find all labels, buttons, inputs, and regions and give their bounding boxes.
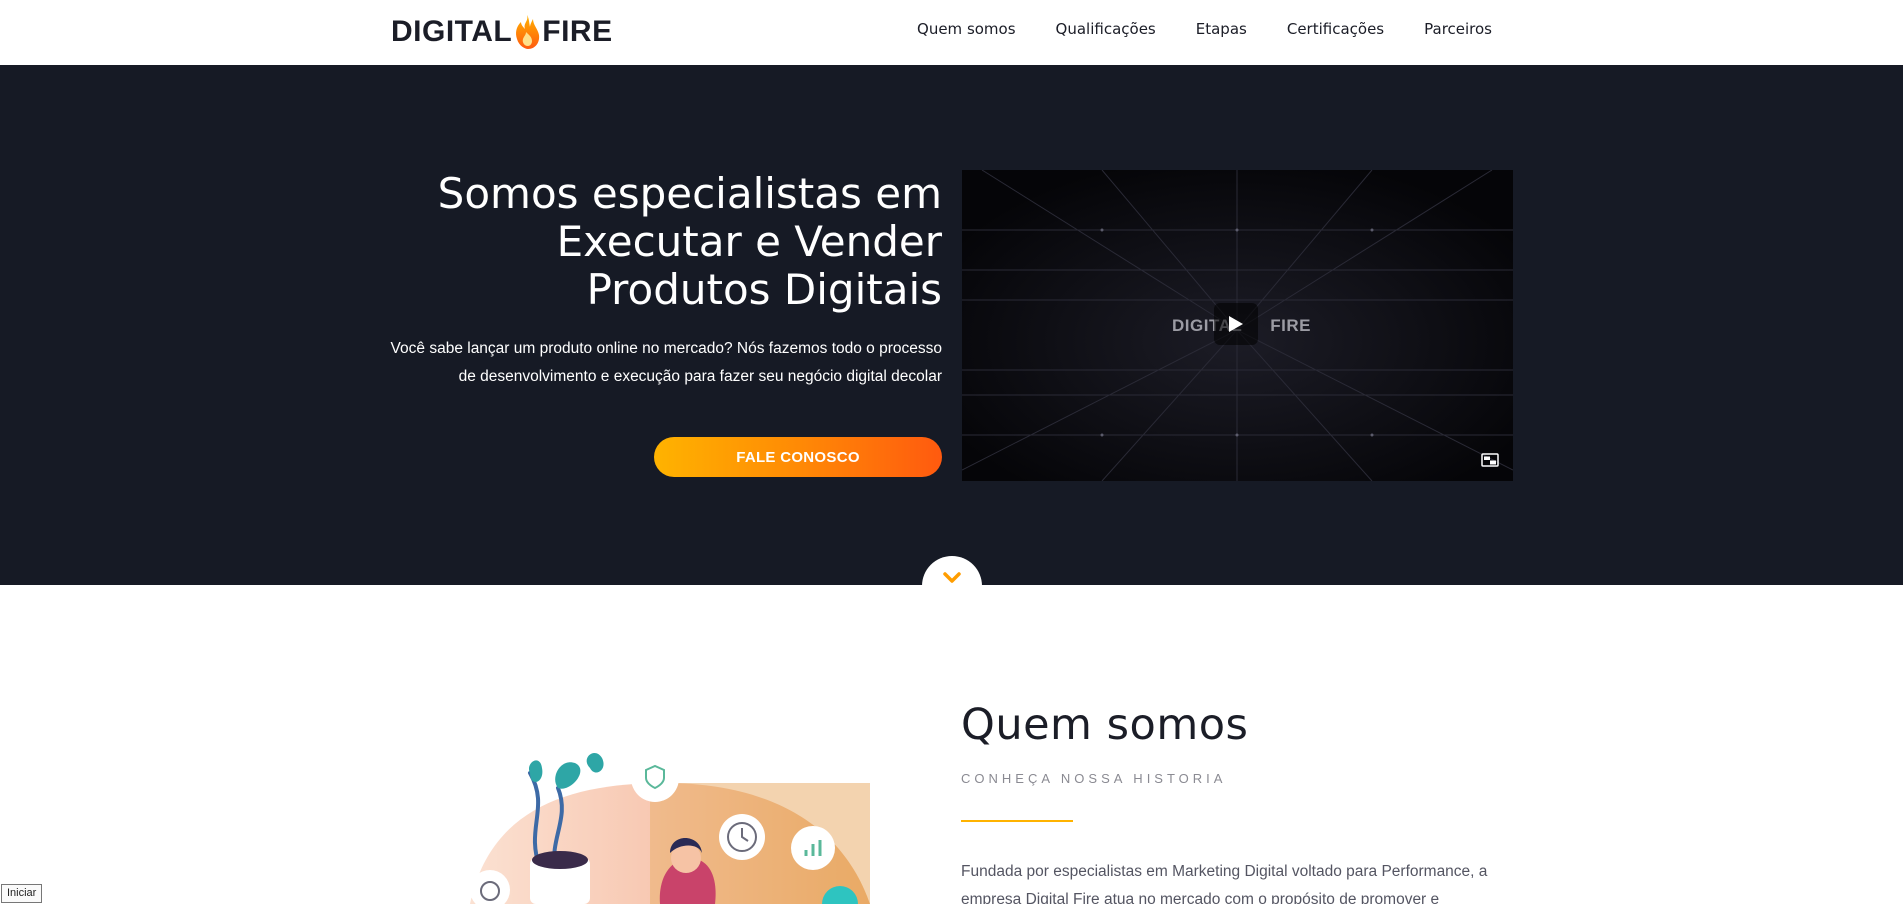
hero-title-line-1: Somos especialistas em bbox=[437, 169, 942, 218]
main-nav: Quem somos Qualificações Etapas Certific… bbox=[917, 20, 1492, 38]
nav-item-parceiros[interactable]: Parceiros bbox=[1424, 20, 1492, 38]
about-subtitle: CONHEÇA NOSSA HISTORIA bbox=[961, 771, 1227, 786]
flame-icon bbox=[516, 15, 540, 49]
about-text-line-1: Fundada por especialistas em Marketing D… bbox=[961, 863, 1488, 880]
nav-item-quem-somos[interactable]: Quem somos bbox=[917, 20, 1016, 38]
picture-in-picture-icon[interactable] bbox=[1481, 453, 1499, 467]
hero-subtitle-line-1: Você sabe lançar um produto online no me… bbox=[390, 340, 942, 357]
about-title: Quem somos bbox=[961, 700, 1249, 750]
site-header: DIGITAL FIRE Quem somos Qualificações Et… bbox=[0, 0, 1903, 65]
nav-item-certificacoes[interactable]: Certificações bbox=[1287, 20, 1384, 38]
about-divider bbox=[961, 820, 1073, 822]
hero-title-line-3: Produtos Digitais bbox=[586, 265, 942, 314]
about-text: Fundada por especialistas em Marketing D… bbox=[961, 858, 1501, 904]
logo-text-right: FIRE bbox=[542, 15, 613, 48]
chevron-down-icon bbox=[943, 572, 961, 583]
hero-subtitle-line-2: de desenvolvimento e execução para fazer… bbox=[458, 368, 942, 385]
scroll-down-button[interactable] bbox=[922, 556, 982, 616]
hero-subtitle: Você sabe lançar um produto online no me… bbox=[382, 335, 942, 391]
play-icon bbox=[1229, 316, 1243, 332]
hero-video-player[interactable]: DIGITAL FIRE bbox=[962, 170, 1513, 481]
hero-title: Somos especialistas em Executar e Vender… bbox=[382, 170, 942, 314]
start-button[interactable]: Iniciar bbox=[1, 884, 43, 903]
video-logo-right: FIRE bbox=[1270, 316, 1311, 335]
about-illustration bbox=[470, 752, 870, 904]
hero-title-line-2: Executar e Vender bbox=[556, 217, 942, 266]
nav-item-etapas[interactable]: Etapas bbox=[1196, 20, 1247, 38]
hero-section: Somos especialistas em Executar e Vender… bbox=[0, 65, 1903, 585]
about-text-line-2: empresa Digital Fire atua no mercado com… bbox=[961, 891, 1440, 904]
play-button[interactable] bbox=[1214, 303, 1258, 345]
brand-logo[interactable]: DIGITAL FIRE bbox=[391, 12, 613, 52]
nav-item-qualificacoes[interactable]: Qualificações bbox=[1056, 20, 1156, 38]
contact-button[interactable]: FALE CONOSCO bbox=[654, 437, 942, 477]
logo-text-left: DIGITAL bbox=[391, 15, 513, 48]
